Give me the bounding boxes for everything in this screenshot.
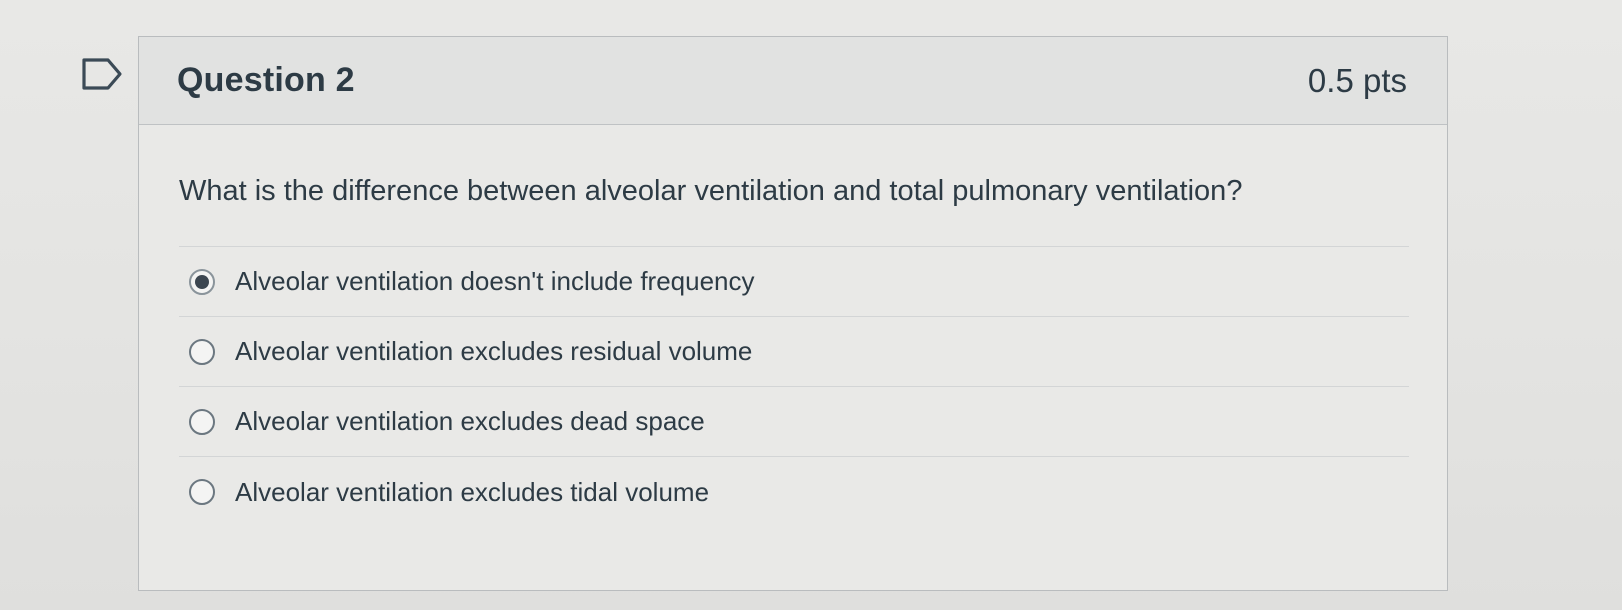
answer-option[interactable]: Alveolar ventilation excludes tidal volu… xyxy=(179,457,1409,527)
answer-label: Alveolar ventilation excludes tidal volu… xyxy=(235,476,710,507)
radio-button[interactable] xyxy=(189,408,215,435)
answer-label: Alveolar ventilation excludes residual v… xyxy=(235,336,753,366)
answer-label: Alveolar ventilation excludes dead space xyxy=(235,406,705,436)
question-points: 0.5 pts xyxy=(1307,61,1407,99)
radio-button[interactable] xyxy=(189,479,215,505)
answer-label: Alveolar ventilation doesn't include fre… xyxy=(235,266,755,296)
question-body: What is the difference between alveolar … xyxy=(139,125,1447,527)
radio-button[interactable] xyxy=(189,338,215,365)
flag-outline-icon xyxy=(82,58,122,90)
radio-selected-dot xyxy=(195,274,209,289)
question-title: Question 2 xyxy=(177,61,355,99)
answer-list: Alveolar ventilation doesn't include fre… xyxy=(179,246,1409,527)
question-header: Question 2 0.5 pts xyxy=(139,37,1447,125)
radio-button[interactable] xyxy=(189,268,215,295)
answer-option[interactable]: Alveolar ventilation excludes dead space xyxy=(179,387,1409,457)
question-card: Question 2 0.5 pts What is the differenc… xyxy=(138,36,1448,591)
answer-option[interactable]: Alveolar ventilation excludes residual v… xyxy=(179,317,1409,387)
question-text: What is the difference between alveolar … xyxy=(179,175,1243,207)
answer-option[interactable]: Alveolar ventilation doesn't include fre… xyxy=(179,247,1409,317)
